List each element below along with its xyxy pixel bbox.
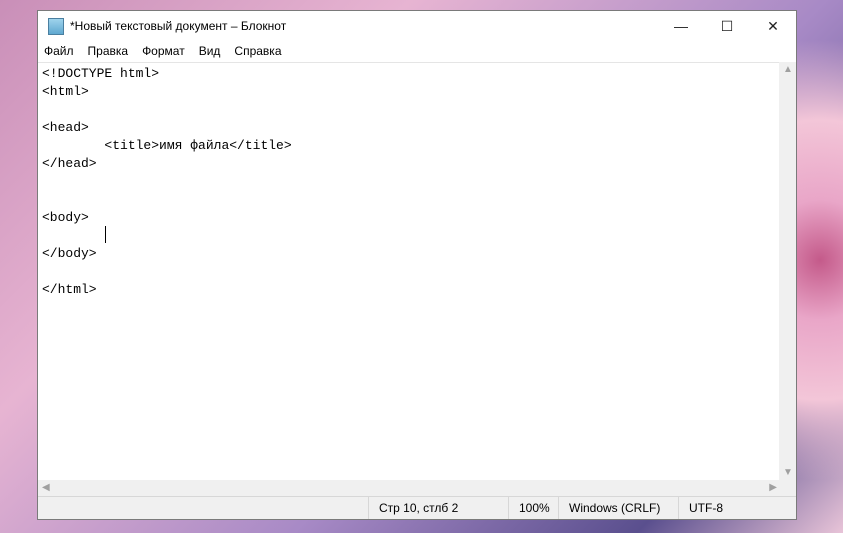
menu-file[interactable]: Файл [44,44,74,58]
minimize-button[interactable]: — [658,11,704,41]
scrollbar-corner [779,480,796,497]
notepad-window: *Новый текстовый документ – Блокнот — ☐ … [37,10,797,520]
line-ending: Windows (CRLF) [558,497,678,519]
menu-view[interactable]: Вид [199,44,221,58]
notepad-icon [48,17,64,35]
text-cursor [105,226,106,243]
title-bar: *Новый текстовый документ – Блокнот — ☐ … [38,11,796,41]
vertical-scrollbar[interactable]: ▲ ▼ [779,62,796,480]
menu-edit[interactable]: Правка [88,44,129,58]
horizontal-scrollbar[interactable]: ◀ ▶ [38,480,781,497]
menu-bar: Файл Правка Формат Вид Справка [38,41,796,61]
scroll-up-icon[interactable]: ▲ [783,64,793,75]
scroll-right-icon[interactable]: ▶ [769,482,777,493]
encoding: UTF-8 [678,497,796,519]
menu-format[interactable]: Формат [142,44,185,58]
editor-content[interactable]: <!DOCTYPE html> <html> <head> <title>имя… [38,63,781,299]
zoom-level: 100% [508,497,558,519]
menu-help[interactable]: Справка [234,44,281,58]
close-button[interactable]: ✕ [750,11,796,41]
cursor-position: Стр 10, стлб 2 [368,497,508,519]
text-editor[interactable]: <!DOCTYPE html> <html> <head> <title>имя… [38,62,781,481]
window-title: *Новый текстовый документ – Блокнот [70,19,287,33]
scroll-down-icon[interactable]: ▼ [783,467,793,478]
status-bar: Стр 10, стлб 2 100% Windows (CRLF) UTF-8 [38,496,796,519]
maximize-button[interactable]: ☐ [704,11,750,41]
scroll-left-icon[interactable]: ◀ [42,482,50,493]
status-spacer [38,497,368,519]
